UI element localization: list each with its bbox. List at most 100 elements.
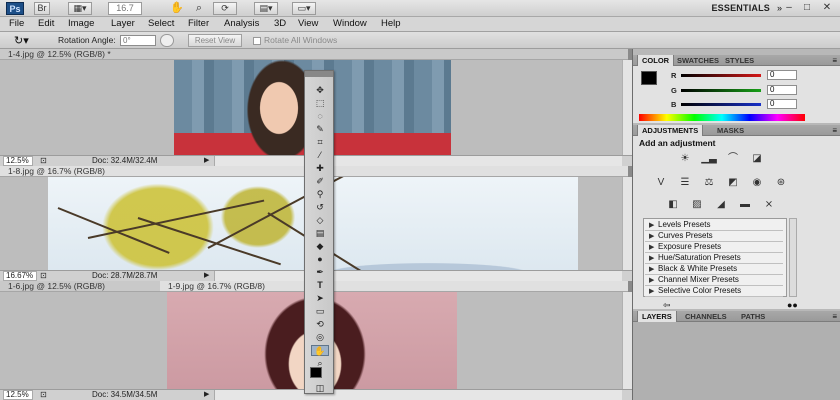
rotate-all-windows-checkbox[interactable] — [253, 37, 261, 45]
photo-filter-icon[interactable]: ◉ — [749, 176, 765, 190]
menu-filter[interactable]: Filter — [188, 18, 209, 30]
menu-edit[interactable]: Edit — [38, 18, 54, 30]
hand-icon[interactable]: ✋ — [170, 2, 184, 15]
foreground-color-box[interactable] — [641, 71, 657, 85]
foreground-color-swatch[interactable] — [310, 367, 322, 378]
status-menu-arrow-1[interactable]: ▶ — [204, 156, 209, 166]
hue-saturation-icon[interactable]: ☰ — [677, 176, 693, 190]
rotation-angle-input[interactable]: 0° — [120, 35, 156, 46]
status-menu-arrow-2[interactable]: ▶ — [204, 271, 209, 281]
gradient-tool-icon[interactable]: ▤ — [311, 228, 329, 239]
panel-menu-icon[interactable]: ≡ — [832, 55, 837, 66]
reset-view-button[interactable]: Reset View — [188, 34, 242, 47]
channel-mixer-icon[interactable]: ⊛ — [773, 176, 789, 190]
eyedropper-tool-icon[interactable]: ⁄ — [311, 150, 329, 161]
menu-3d[interactable]: 3D — [274, 18, 286, 30]
menu-analysis[interactable]: Analysis — [224, 18, 259, 30]
tab-adjustments[interactable]: ADJUSTMENTS — [637, 125, 704, 136]
curves-icon[interactable]: ⌒ — [725, 152, 741, 166]
red-slider[interactable] — [681, 74, 761, 77]
vertical-scrollbar-2[interactable] — [622, 177, 632, 270]
blue-slider[interactable] — [681, 103, 761, 106]
3d-orbit-tool-icon[interactable]: ◎ — [311, 332, 329, 343]
menu-select[interactable]: Select — [148, 18, 174, 30]
threshold-icon[interactable]: ◢ — [713, 198, 729, 212]
preset-channel-mixer[interactable]: ▶ Channel Mixer Presets — [645, 275, 783, 286]
vibrance-icon[interactable]: V — [653, 176, 669, 190]
view-extras-icon[interactable]: ▦▾ — [68, 2, 92, 15]
green-value-field[interactable]: 0 — [767, 85, 797, 95]
vertical-scrollbar-3[interactable] — [622, 292, 632, 389]
rotation-dial-icon[interactable] — [160, 34, 174, 47]
maximize-icon[interactable]: □ — [800, 2, 814, 13]
zoom-field-3[interactable]: 12.5% — [3, 390, 33, 400]
tab-swatches[interactable]: SWATCHES — [673, 55, 723, 66]
blue-value-field[interactable]: 0 — [767, 99, 797, 109]
green-slider[interactable] — [681, 89, 761, 92]
menu-view[interactable]: View — [298, 18, 318, 30]
document-tab-3[interactable]: 1-6.jpg @ 12.5% (RGB/8) — [0, 281, 160, 292]
levels-icon[interactable]: ▁▃ — [701, 152, 717, 166]
preset-levels[interactable]: ▶ Levels Presets — [645, 220, 783, 231]
clip-to-layer-icon[interactable]: ●● — [787, 300, 798, 310]
panel-menu-icon[interactable]: ≡ — [832, 125, 837, 136]
blur-tool-icon[interactable]: ◆ — [311, 241, 329, 252]
menu-file[interactable]: File — [9, 18, 24, 30]
lasso-tool-icon[interactable]: ◌ — [311, 111, 329, 122]
marquee-tool-icon[interactable]: ⬚ — [311, 98, 329, 109]
hand-tool-icon[interactable]: ✋ — [311, 345, 329, 356]
preset-hue-saturation[interactable]: ▶ Hue/Saturation Presets — [645, 253, 783, 264]
bridge-icon[interactable]: Br — [34, 2, 50, 15]
screen-mode-icon[interactable]: ▭▾ — [292, 2, 316, 15]
clone-stamp-tool-icon[interactable]: ⚲ — [311, 189, 329, 200]
crop-tool-icon[interactable]: ⌗ — [311, 137, 329, 148]
pen-tool-icon[interactable]: ✒ — [311, 267, 329, 278]
color-spectrum-bar[interactable] — [639, 114, 805, 121]
preset-curves[interactable]: ▶ Curves Presets — [645, 231, 783, 242]
black-white-icon[interactable]: ◩ — [725, 176, 741, 190]
menu-image[interactable]: Image — [68, 18, 94, 30]
zoom-field-1[interactable]: 12.5% — [3, 156, 33, 166]
presets-scrollbar[interactable] — [789, 218, 797, 297]
gradient-map-icon[interactable]: ▬ — [737, 198, 753, 212]
brightness-contrast-icon[interactable]: ☀ — [677, 152, 693, 166]
path-selection-tool-icon[interactable]: ➤ — [311, 293, 329, 304]
tab-channels[interactable]: CHANNELS — [681, 311, 731, 322]
color-balance-icon[interactable]: ⚖ — [701, 176, 717, 190]
zoom-level-box[interactable]: 16.7 — [108, 2, 142, 15]
horizontal-scrollbar-3[interactable] — [214, 390, 622, 400]
status-menu-arrow-3[interactable]: ▶ — [204, 390, 209, 400]
exposure-icon[interactable]: ◪ — [749, 152, 765, 166]
quick-mask-icon[interactable]: ◫ — [311, 383, 329, 394]
menu-window[interactable]: Window — [333, 18, 367, 30]
preset-black-white[interactable]: ▶ Black & White Presets — [645, 264, 783, 275]
tab-masks[interactable]: MASKS — [713, 125, 748, 136]
healing-brush-tool-icon[interactable]: ✚ — [311, 163, 329, 174]
rotate-view-tool-icon[interactable]: ↻▾ — [14, 34, 29, 47]
rotate-view-icon[interactable]: ⟳ — [213, 2, 237, 15]
shape-tool-icon[interactable]: ▭ — [311, 306, 329, 317]
zoom-field-2[interactable]: 16.67% — [3, 271, 37, 281]
horizontal-scrollbar-1[interactable] — [214, 156, 622, 166]
invert-icon[interactable]: ◧ — [665, 198, 681, 212]
posterize-icon[interactable]: ▨ — [689, 198, 705, 212]
close-icon[interactable]: ✕ — [820, 2, 834, 13]
zoom-icon[interactable]: ⌕ — [192, 2, 206, 15]
3d-rotate-tool-icon[interactable]: ⟲ — [311, 319, 329, 330]
brush-tool-icon[interactable]: ✐ — [311, 176, 329, 187]
arrange-documents-icon[interactable]: ▤▾ — [254, 2, 278, 15]
move-tool-icon[interactable]: ✥ — [311, 85, 329, 96]
dodge-tool-icon[interactable]: ● — [311, 254, 329, 265]
menu-help[interactable]: Help — [381, 18, 401, 30]
eraser-tool-icon[interactable]: ◇ — [311, 215, 329, 226]
return-to-list-icon[interactable]: ⇦ — [663, 300, 671, 311]
workspace-switcher[interactable]: ESSENTIALS — [711, 3, 770, 13]
history-brush-tool-icon[interactable]: ↺ — [311, 202, 329, 213]
document-tab-4[interactable]: 1-9.jpg @ 16.7% (RGB/8) — [160, 281, 628, 292]
tab-paths[interactable]: PATHS — [737, 311, 769, 322]
preset-exposure[interactable]: ▶ Exposure Presets — [645, 242, 783, 253]
horizontal-scrollbar-2[interactable] — [214, 271, 622, 281]
tab-styles[interactable]: STYLES — [721, 55, 758, 66]
vertical-scrollbar-1[interactable] — [622, 60, 632, 155]
menu-layer[interactable]: Layer — [111, 18, 135, 30]
